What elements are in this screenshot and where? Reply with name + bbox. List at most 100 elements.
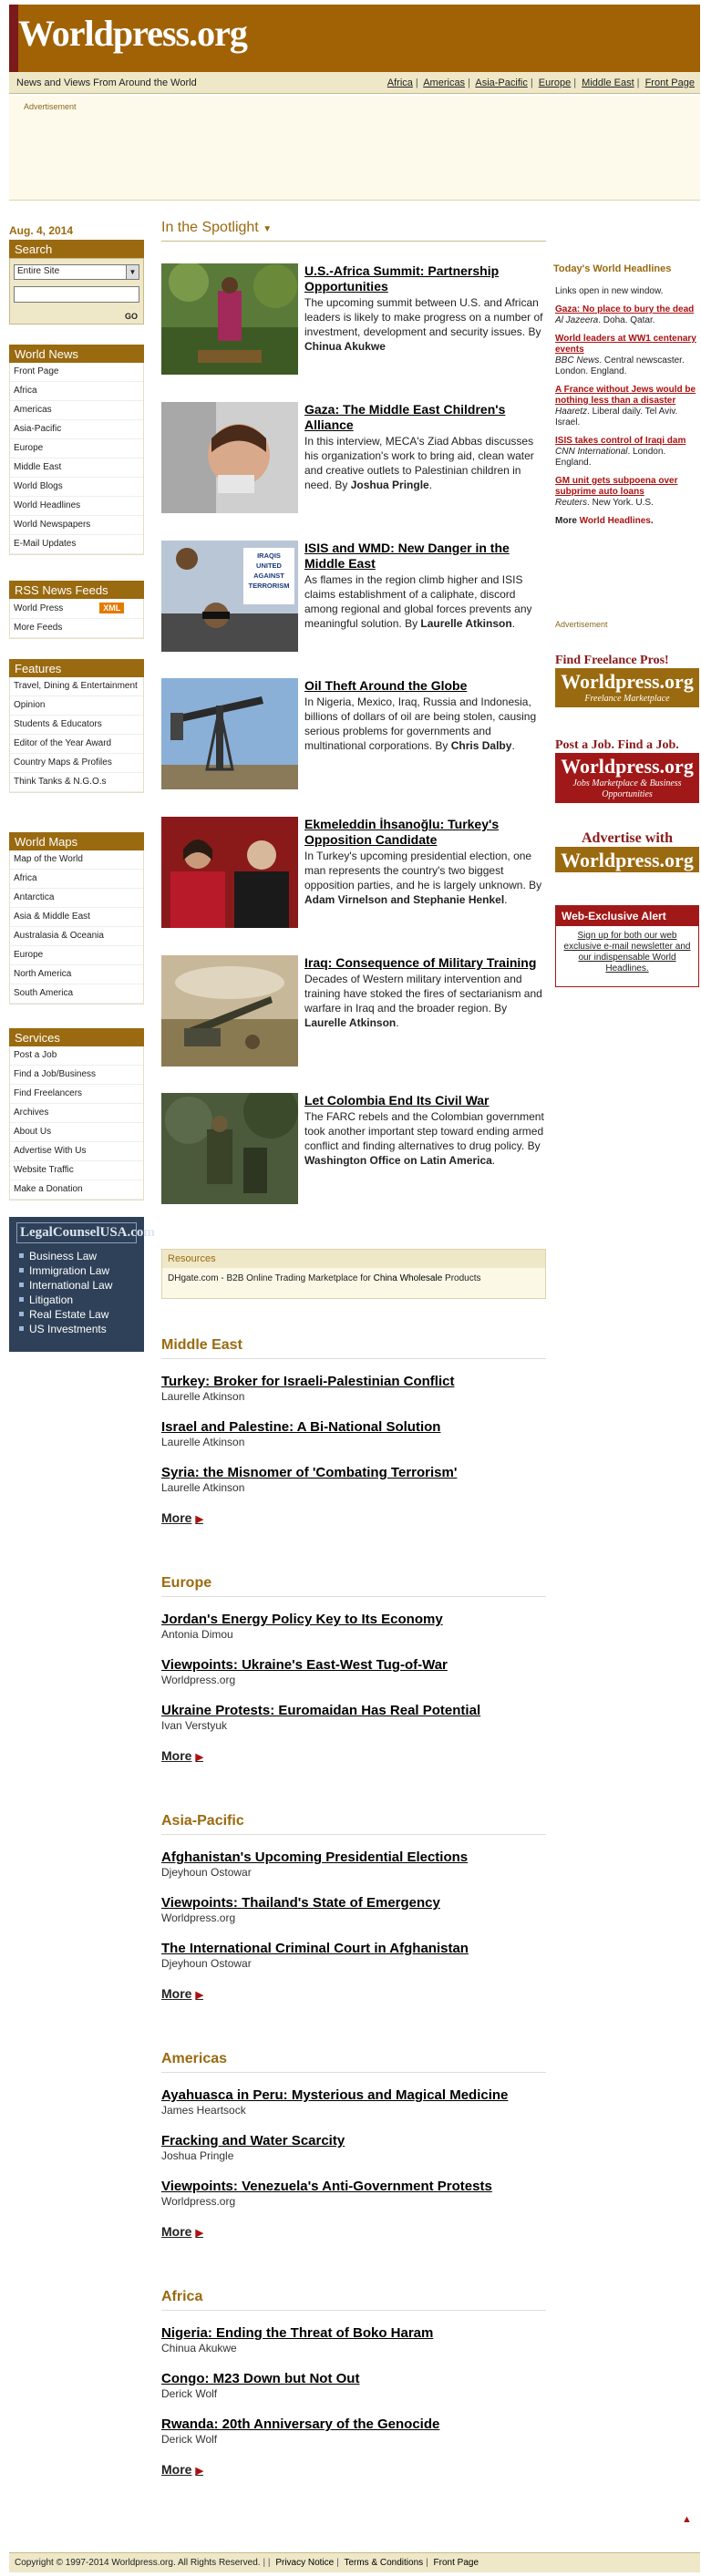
sidebar-item[interactable]: Africa [10,382,143,401]
story-photo-child[interactable] [161,402,298,513]
sidebar-item[interactable]: Antarctica [10,889,143,908]
nav-asia-pacific[interactable]: Asia-Pacific [475,77,527,88]
sidebar-item[interactable]: World Headlines [10,497,143,516]
more-headlines-link[interactable]: World Headlines [580,516,651,526]
story-title[interactable]: Ekmeleddin İhsanoğlu: Turkey's Oppositio… [304,817,546,848]
article-link[interactable]: Viewpoints: Ukraine's East-West Tug-of-W… [161,1657,546,1674]
footer-front-page-link[interactable]: Front Page [434,2558,479,2568]
sidebar-item[interactable]: Europe [10,439,143,459]
more-link[interactable]: More ▶ [161,1510,546,1525]
headline-link[interactable]: Gaza: No place to bury the dead [555,304,699,315]
more-link[interactable]: More ▶ [161,1986,546,2001]
headline-link[interactable]: A France without Jews would be nothing l… [555,385,699,407]
more-link[interactable]: More ▶ [161,2462,546,2477]
more-link[interactable]: More ▶ [161,2224,546,2239]
legal-counsel-ad[interactable]: LegalCounselUSA.com Business Law Immigra… [9,1217,155,1352]
story-photo-artillery[interactable] [161,955,298,1066]
sidebar-item[interactable]: Editor of the Year Award [10,735,143,754]
sidebar-item[interactable]: Front Page [10,363,143,382]
site-logo[interactable]: Worldpress.org [18,12,248,55]
article-link[interactable]: Afghanistan's Upcoming Presidential Elec… [161,1850,546,1866]
sidebar-item[interactable]: Archives [10,1104,143,1123]
top-ad-banner[interactable]: Advertisement [9,96,700,201]
sidebar-item[interactable]: World Press XML [10,599,143,619]
sidebar-item[interactable]: Europe [10,946,143,965]
sidebar-item[interactable]: Travel, Dining & Entertainment [10,677,143,696]
search-input[interactable] [14,286,139,303]
article-link[interactable]: Viewpoints: Venezuela's Anti-Government … [161,2179,546,2195]
footer-privacy-link[interactable]: Privacy Notice [275,2558,334,2568]
headline-link[interactable]: World leaders at WW1 centenary events [555,334,699,355]
story-photo-oil-pump[interactable] [161,678,298,789]
list-item: Nigeria: Ending the Threat of Boko Haram… [161,2325,546,2355]
sidebar-item[interactable]: Asia-Pacific [10,420,143,439]
freelance-promo[interactable]: Find Freelance Pros! Worldpress.org Freel… [555,654,699,707]
story-title[interactable]: Gaza: The Middle East Children's Allianc… [304,402,546,433]
article-link[interactable]: Syria: the Misnomer of 'Combating Terror… [161,1465,546,1481]
article-link[interactable]: Viewpoints: Thailand's State of Emergenc… [161,1895,546,1911]
nav-europe[interactable]: Europe [539,77,571,88]
sidebar-item[interactable]: South America [10,984,143,1004]
sidebar-item[interactable]: World Newspapers [10,516,143,535]
sidebar-item[interactable]: Find a Job/Business [10,1066,143,1085]
search-scope-select[interactable]: Entire Site ▼ [14,264,139,280]
article-link[interactable]: Turkey: Broker for Israeli-Palestinian C… [161,1374,546,1390]
sidebar-item[interactable]: About Us [10,1123,143,1142]
story-title[interactable]: Oil Theft Around the Globe [304,678,546,694]
article-author: Chinua Akukwe [161,2342,237,2354]
nav-front-page[interactable]: Front Page [645,77,695,88]
sidebar-item[interactable]: Map of the World [10,850,143,870]
advertise-promo[interactable]: Advertise with Worldpress.org [555,830,699,872]
article-link[interactable]: Nigeria: Ending the Threat of Boko Haram [161,2325,546,2342]
sidebar-item[interactable]: Website Traffic [10,1161,143,1180]
sidebar-item[interactable]: Australasia & Oceania [10,927,143,946]
article-link[interactable]: Jordan's Energy Policy Key to Its Econom… [161,1612,546,1628]
sidebar-item[interactable]: Middle East [10,459,143,478]
sidebar-item[interactable]: Make a Donation [10,1180,143,1200]
story-photo-soldiers[interactable] [161,1093,298,1204]
story-title[interactable]: Let Colombia End Its Civil War [304,1093,546,1108]
resources-link[interactable]: China Wholesale [374,1273,443,1283]
article-link[interactable]: The International Criminal Court in Afgh… [161,1941,546,1957]
article-link[interactable]: Ukraine Protests: Euromaidan Has Real Po… [161,1703,546,1719]
promo-tagline: Post a Job. Find a Job. [555,738,679,752]
sidebar-item[interactable]: Find Freelancers [10,1085,143,1104]
more-link[interactable]: More ▶ [161,1748,546,1763]
nav-middle-east[interactable]: Middle East [582,77,634,88]
sidebar-item[interactable]: Asia & Middle East [10,908,143,927]
jobs-promo[interactable]: Post a Job. Find a Job. Worldpress.org Jo… [555,738,699,803]
sidebar-item[interactable]: Country Maps & Profiles [10,754,143,773]
back-to-top-icon[interactable]: ▲ [682,2514,692,2525]
sidebar-item[interactable]: Post a Job [10,1046,143,1066]
story-title[interactable]: U.S.-Africa Summit: Partnership Opportun… [304,263,546,294]
sidebar-item[interactable]: E-Mail Updates [10,535,143,554]
story-title[interactable]: Iraq: Consequence of Military Training [304,955,546,971]
article-link[interactable]: Rwanda: 20th Anniversary of the Genocide [161,2416,546,2433]
sidebar-item[interactable]: World Blogs [10,478,143,497]
article-link[interactable]: Fracking and Water Scarcity [161,2133,546,2149]
sidebar-item[interactable]: More Feeds [10,619,143,638]
sidebar-item[interactable]: Americas [10,401,143,420]
search-go-button[interactable]: GO [125,312,138,321]
nav-americas[interactable]: Americas [423,77,465,88]
nav-africa[interactable]: Africa [387,77,413,88]
alert-signup-link[interactable]: Sign up for both our web exclusive e-mai… [556,926,698,979]
story-title[interactable]: ISIS and WMD: New Danger in the Middle E… [304,541,546,572]
story-photo-farmer[interactable] [161,263,298,375]
sidebar-item[interactable]: Think Tanks & N.G.O.s [10,773,143,792]
article-link[interactable]: Israel and Palestine: A Bi-National Solu… [161,1419,546,1436]
story-photo-candidate[interactable] [161,817,298,928]
sidebar-item[interactable]: North America [10,965,143,984]
spotlight-heading[interactable]: In the Spotlight ▼ [161,220,546,242]
sidebar-item[interactable]: Students & Educators [10,716,143,735]
headline-link[interactable]: ISIS takes control of Iraqi dam [555,436,699,447]
footer-terms-link[interactable]: Terms & Conditions [344,2558,423,2568]
xml-badge[interactable]: XML [99,603,125,613]
sidebar-item[interactable]: Advertise With Us [10,1142,143,1161]
headline-link[interactable]: GM unit gets subpoena over subprime auto… [555,476,699,498]
sidebar-item[interactable]: Africa [10,870,143,889]
logo-mark [9,5,18,72]
article-link[interactable]: Congo: M23 Down but Not Out [161,2371,546,2387]
sidebar-item[interactable]: Opinion [10,696,143,716]
article-link[interactable]: Ayahuasca in Peru: Mysterious and Magica… [161,2087,546,2104]
